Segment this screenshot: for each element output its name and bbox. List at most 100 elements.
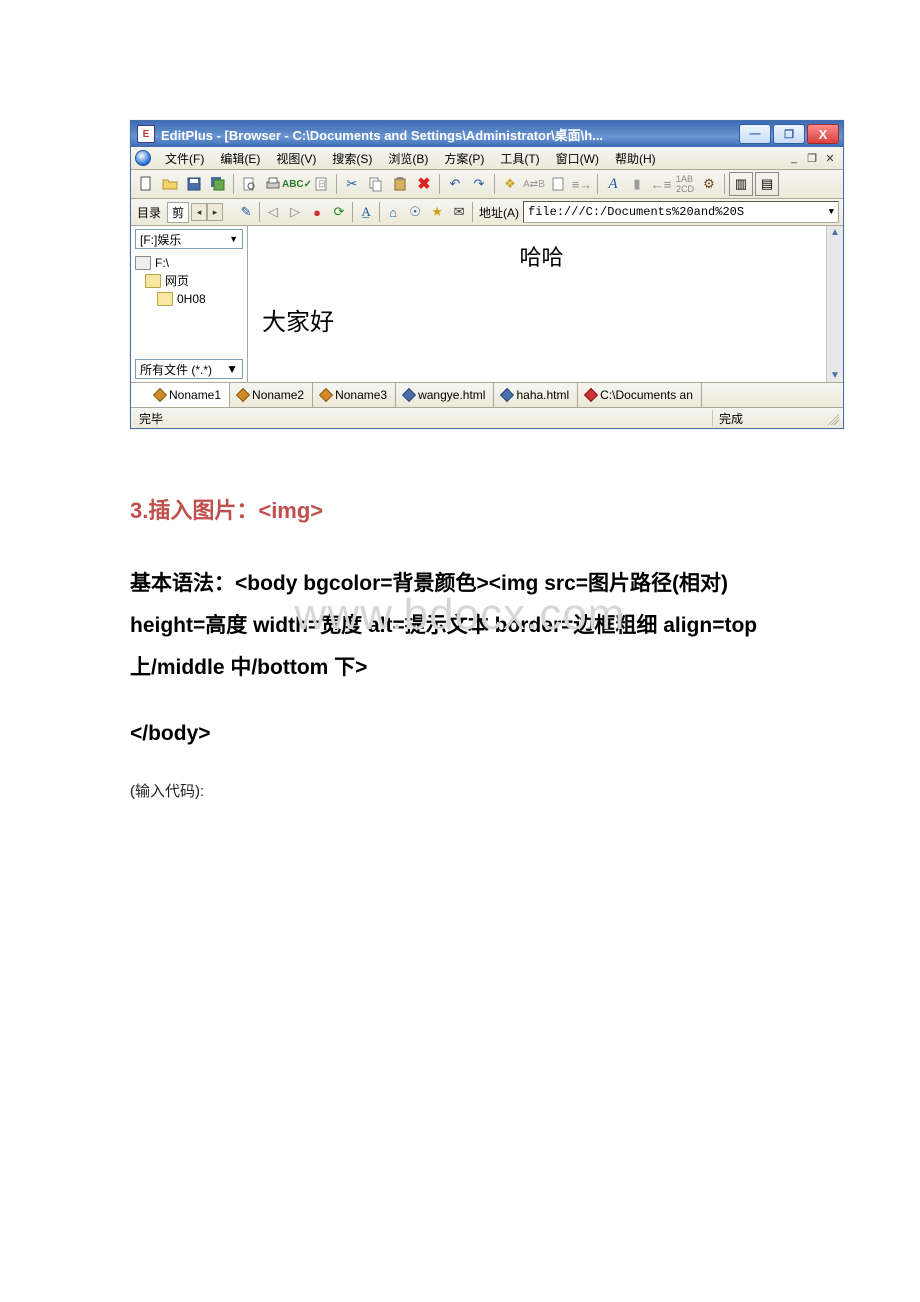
resize-grip-icon[interactable] bbox=[825, 411, 839, 425]
svg-text:日: 日 bbox=[318, 180, 326, 189]
file-filter-select[interactable]: 所有文件 (*.*) ▼ bbox=[135, 359, 243, 379]
address-dropdown-icon[interactable]: ▼ bbox=[829, 207, 834, 217]
tab-haha[interactable]: haha.html bbox=[494, 383, 578, 407]
list-num-icon[interactable]: 1AB2CD bbox=[674, 173, 696, 195]
diamond-icon bbox=[236, 388, 250, 402]
font-icon[interactable]: A bbox=[602, 173, 624, 195]
undo-icon[interactable]: ↶ bbox=[444, 173, 466, 195]
close-body-tag: </body> bbox=[130, 713, 790, 755]
diamond-icon bbox=[153, 388, 167, 402]
refresh-icon[interactable]: ⟳ bbox=[328, 201, 350, 223]
diamond-icon bbox=[319, 388, 333, 402]
replace-icon[interactable]: A⇄B bbox=[523, 173, 545, 195]
main-toolbar: ABC✓ 日 ✂ ✖ ↶ ↷ ❖ A⇄B ≡→ A ▮ ←≡ 1AB2CD ⚙ … bbox=[131, 170, 843, 199]
document-body: 3.插入图片：<img> 基本语法：<body bgcolor=背景颜色><im… bbox=[130, 489, 790, 807]
minimize-button[interactable]: — bbox=[739, 124, 771, 144]
open-file-icon[interactable] bbox=[159, 173, 181, 195]
close-button[interactable]: X bbox=[807, 124, 839, 144]
menu-plan[interactable]: 方案(P) bbox=[436, 148, 492, 169]
mail-icon[interactable]: ✉ bbox=[448, 201, 470, 223]
copy-icon[interactable] bbox=[365, 173, 387, 195]
back-icon[interactable]: ◁ bbox=[262, 201, 284, 223]
spellcheck-icon[interactable]: ABC✓ bbox=[286, 173, 308, 195]
address-value: file:///C:/Documents%20and%20S bbox=[528, 205, 744, 219]
menu-search[interactable]: 搜索(S) bbox=[324, 148, 380, 169]
drive-select[interactable]: [F:]娱乐 ▼ bbox=[135, 229, 243, 249]
maximize-button[interactable]: ❐ bbox=[773, 124, 805, 144]
tab-noname2[interactable]: Noname2 bbox=[230, 383, 313, 407]
brush-icon[interactable]: ❖ bbox=[499, 173, 521, 195]
scrollbar[interactable]: ▲ ▼ bbox=[826, 226, 843, 382]
menu-help[interactable]: 帮助(H) bbox=[607, 148, 664, 169]
font-size-icon[interactable]: A̲ bbox=[355, 201, 377, 223]
tab-noname1[interactable]: Noname1 bbox=[131, 383, 230, 407]
outdent-icon[interactable]: ←≡ bbox=[650, 173, 672, 195]
template-icon[interactable]: 日 bbox=[310, 173, 332, 195]
filter-value: 所有文件 (*.*) bbox=[140, 361, 212, 378]
panel2-icon[interactable]: ▤ bbox=[755, 172, 779, 196]
diamond-icon bbox=[500, 388, 514, 402]
titlebar[interactable]: E EditPlus - [Browser - C:\Documents and… bbox=[131, 121, 843, 147]
clipboard-icon[interactable] bbox=[547, 173, 569, 195]
syntax-label: 基本语法： bbox=[130, 572, 235, 595]
scroll-down-icon[interactable]: ▼ bbox=[830, 370, 840, 381]
indent-icon[interactable]: ≡→ bbox=[571, 173, 593, 195]
tree-root[interactable]: F:\ bbox=[135, 254, 243, 272]
clip-prev-icon[interactable]: ◂ bbox=[191, 203, 207, 221]
folder-tree: F:\ 网页 0H08 bbox=[131, 252, 247, 356]
menu-browse[interactable]: 浏览(B) bbox=[380, 148, 436, 169]
dir-label: 目录 bbox=[135, 204, 167, 221]
address-input[interactable]: file:///C:/Documents%20and%20S ▼ bbox=[523, 201, 839, 223]
home-icon[interactable]: ⌂ bbox=[382, 201, 404, 223]
tree-folder-2[interactable]: 0H08 bbox=[135, 290, 243, 308]
toggle-icon[interactable] bbox=[135, 150, 151, 166]
save-all-icon[interactable] bbox=[207, 173, 229, 195]
delete-icon[interactable]: ✖ bbox=[413, 173, 435, 195]
print-icon[interactable] bbox=[262, 173, 284, 195]
save-icon[interactable] bbox=[183, 173, 205, 195]
redo-icon[interactable]: ↷ bbox=[468, 173, 490, 195]
menu-window[interactable]: 窗口(W) bbox=[548, 148, 607, 169]
status-bar: 完毕 完成 bbox=[131, 408, 843, 428]
panel1-icon[interactable]: ▥ bbox=[729, 172, 753, 196]
menu-view[interactable]: 视图(V) bbox=[268, 148, 324, 169]
clip-next-icon[interactable]: ▸ bbox=[207, 203, 223, 221]
tab-documents[interactable]: C:\Documents an bbox=[578, 383, 702, 407]
search-web-icon[interactable]: ☉ bbox=[404, 201, 426, 223]
clip-label[interactable]: 剪 bbox=[167, 202, 189, 223]
cut-icon[interactable]: ✂ bbox=[341, 173, 363, 195]
mdi-close-icon[interactable]: ✕ bbox=[823, 151, 837, 165]
tree-folder-1[interactable]: 网页 bbox=[135, 272, 243, 290]
input-code-label: (输入代码): bbox=[130, 777, 790, 807]
highlight-icon[interactable]: ▮ bbox=[626, 173, 648, 195]
menu-tools[interactable]: 工具(T) bbox=[492, 148, 547, 169]
drive-dropdown-icon[interactable]: ▼ bbox=[229, 234, 238, 244]
app-icon: E bbox=[137, 125, 155, 143]
address-label: 地址(A) bbox=[479, 204, 519, 221]
folder-icon bbox=[157, 292, 173, 306]
drive-value: [F:]娱乐 bbox=[140, 231, 181, 248]
settings-icon[interactable]: ⚙ bbox=[698, 173, 720, 195]
status-right: 完成 bbox=[719, 410, 743, 427]
forward-icon[interactable]: ▷ bbox=[284, 201, 306, 223]
tab-wangye[interactable]: wangye.html bbox=[396, 383, 494, 407]
filter-dropdown-icon[interactable]: ▼ bbox=[226, 362, 238, 376]
syntax-block: 基本语法：<body bgcolor=背景颜色><img src=图片路径(相对… bbox=[130, 563, 790, 689]
browser-toolbar: 目录 剪 ◂ ▸ ✎ ◁ ▷ ● ⟳ A̲ ⌂ ☉ ★ ✉ 地址(A) file… bbox=[131, 199, 843, 226]
print-preview-icon[interactable] bbox=[238, 173, 260, 195]
folder-icon bbox=[139, 390, 151, 400]
favorites-icon[interactable]: ★ bbox=[426, 201, 448, 223]
stop-browser-icon[interactable]: ● bbox=[306, 201, 328, 223]
sidebar: [F:]娱乐 ▼ F:\ 网页 0H08 所有文件 (*.*) ▼ bbox=[131, 226, 248, 382]
status-left: 完毕 bbox=[135, 410, 713, 427]
new-file-icon[interactable] bbox=[135, 173, 157, 195]
tab-noname3[interactable]: Noname3 bbox=[313, 383, 396, 407]
mdi-minimize-icon[interactable]: _ bbox=[787, 151, 801, 165]
preview-text-1: 哈哈 bbox=[256, 240, 827, 272]
menu-file[interactable]: 文件(F) bbox=[157, 148, 212, 169]
pencil-icon[interactable]: ✎ bbox=[235, 201, 257, 223]
mdi-restore-icon[interactable]: ❐ bbox=[805, 151, 819, 165]
menu-edit[interactable]: 编辑(E) bbox=[212, 148, 268, 169]
scroll-up-icon[interactable]: ▲ bbox=[830, 227, 840, 238]
paste-icon[interactable] bbox=[389, 173, 411, 195]
